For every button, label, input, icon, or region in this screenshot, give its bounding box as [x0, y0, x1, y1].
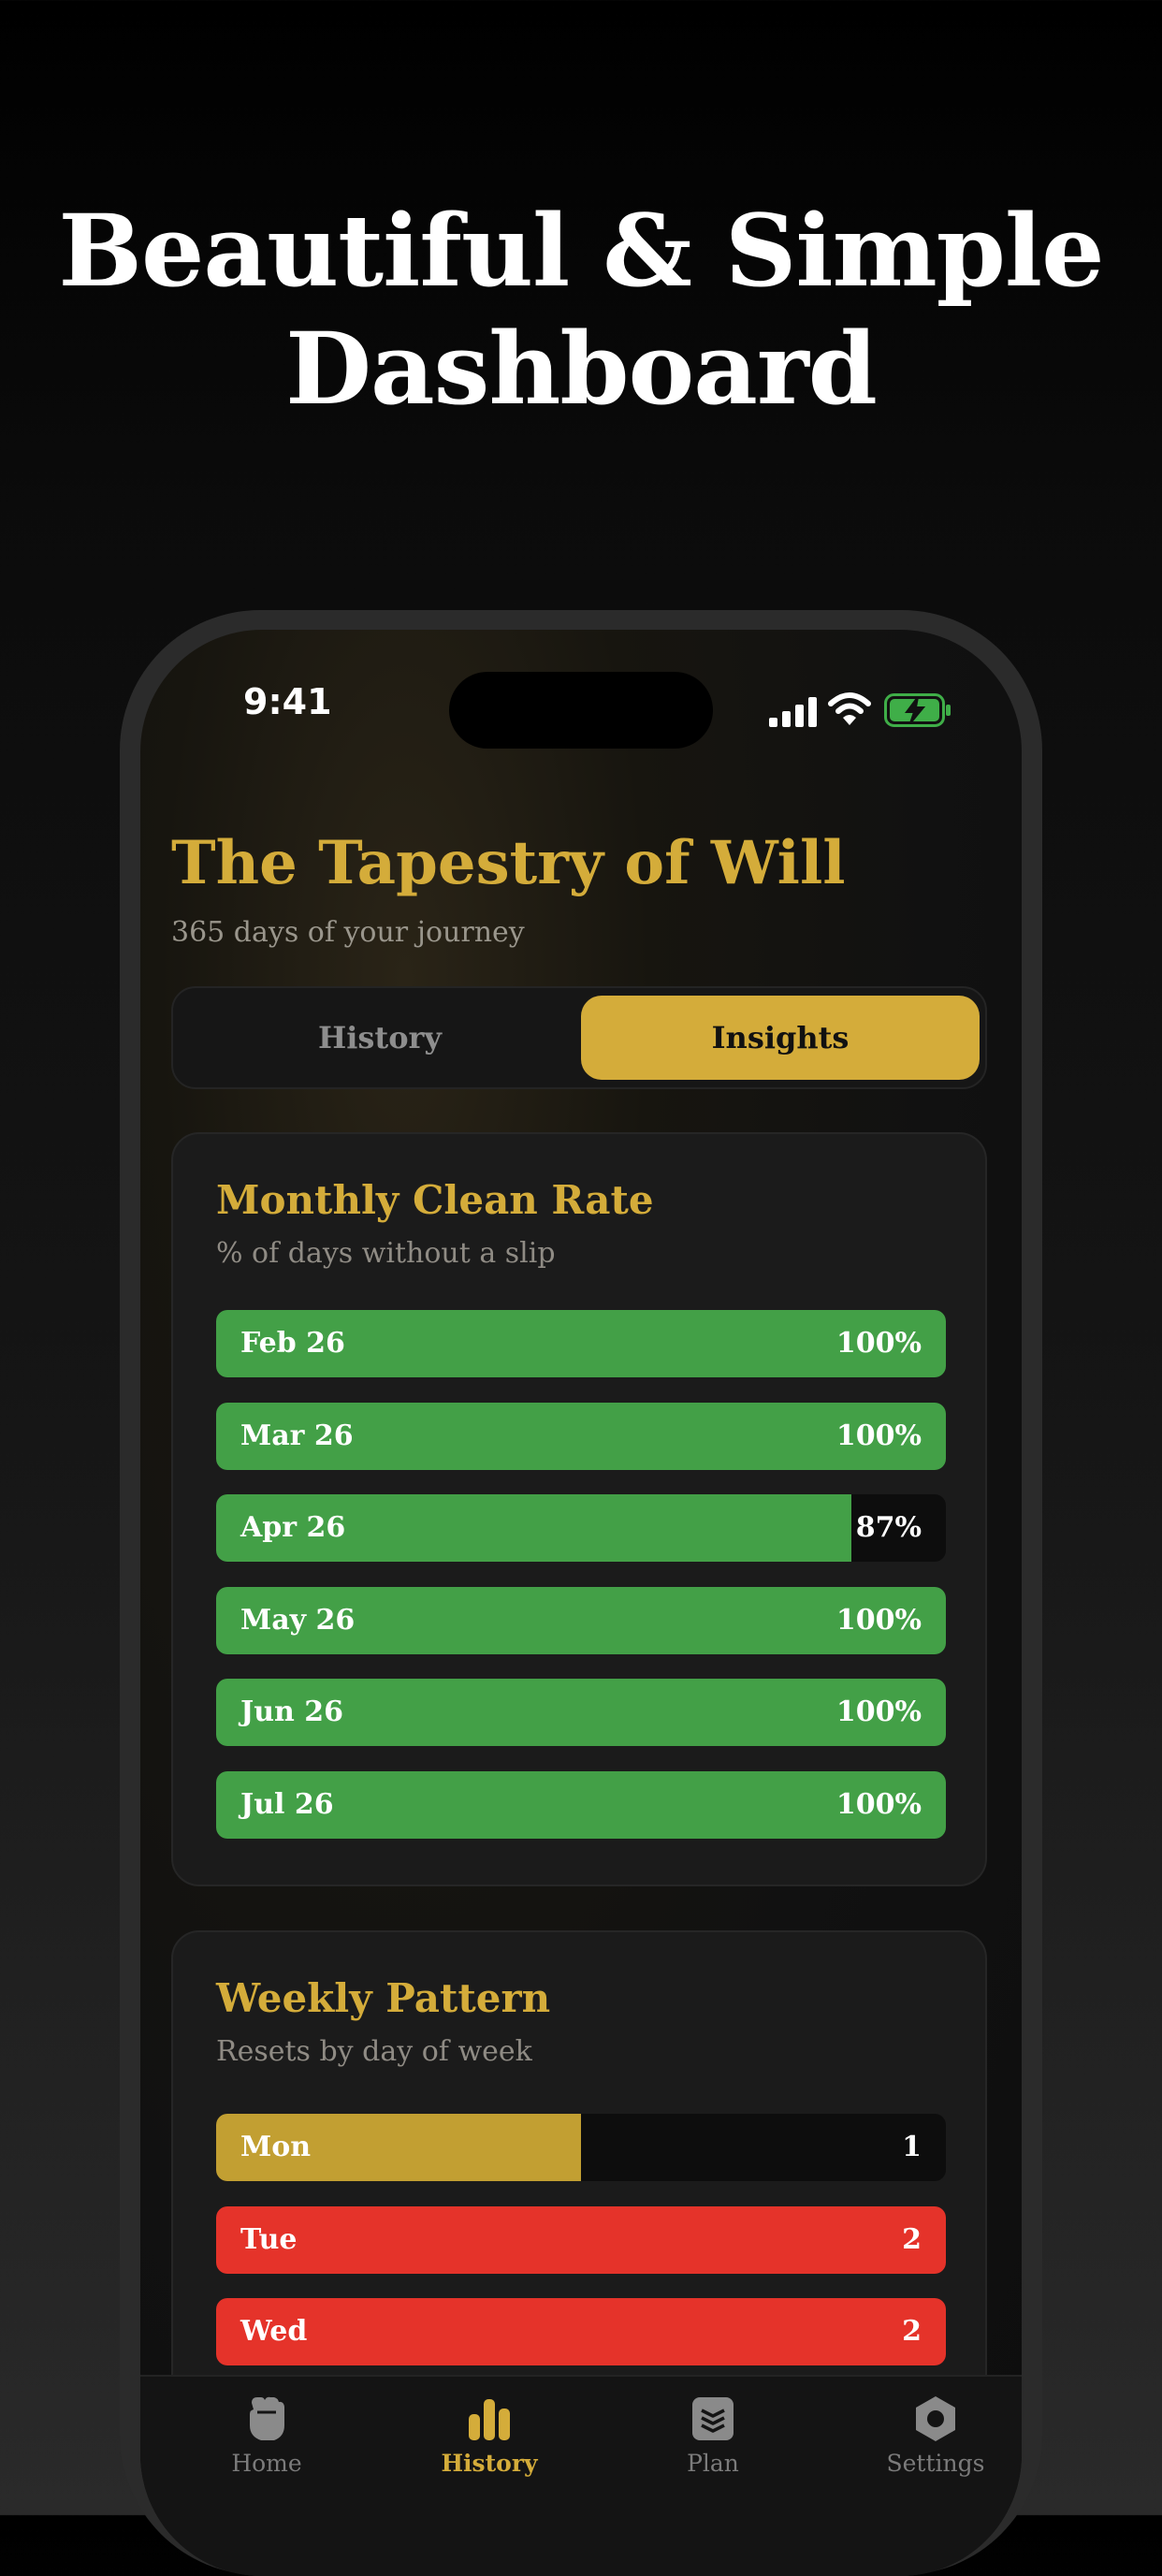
cellular-signal-icon	[769, 697, 817, 727]
status-bar: 9:41	[140, 630, 1022, 770]
headline-line-1: Beautiful & Simple	[58, 192, 1104, 309]
card-subtitle: % of days without a slip	[216, 1237, 556, 1270]
gear-icon	[916, 2396, 955, 2441]
tab-plan[interactable]: Plan	[638, 2394, 788, 2477]
row-label: Mon	[240, 2131, 312, 2163]
row-label: Mar 26	[240, 1419, 354, 1452]
stack-icon	[692, 2397, 734, 2440]
row-label: May 26	[240, 1604, 356, 1637]
tab-history-segment[interactable]: History	[181, 996, 579, 1080]
tab-insights-segment[interactable]: Insights	[581, 996, 980, 1080]
page-title: The Tapestry of Will	[171, 828, 846, 898]
clean-rate-row: Feb 26 100%	[216, 1310, 946, 1377]
clean-rate-row: Jun 26 100%	[216, 1679, 946, 1746]
row-label: Jul 26	[240, 1788, 334, 1821]
row-value: 1	[902, 2131, 922, 2163]
tab-label: Settings	[886, 2450, 985, 2477]
clean-rate-row: Jul 26 100%	[216, 1771, 946, 1839]
marketing-headline: Beautiful & Simple Dashboard	[0, 192, 1162, 428]
tab-label: Plan	[687, 2450, 739, 2477]
row-value: 2	[902, 2223, 922, 2256]
weekday-row: Mon 1	[216, 2114, 946, 2181]
row-value: 100%	[835, 1419, 922, 1452]
status-time: 9:41	[243, 681, 332, 722]
row-label: Tue	[240, 2223, 298, 2256]
row-value: 100%	[835, 1696, 922, 1728]
card-title: Monthly Clean Rate	[216, 1177, 654, 1223]
weekday-row: Wed 2	[216, 2298, 946, 2365]
tab-label: History	[441, 2450, 538, 2477]
bottom-tab-bar: Home History Plan Settings	[140, 2375, 1022, 2576]
clean-rate-row: Mar 26 100%	[216, 1403, 946, 1470]
segmented-control: History Insights	[171, 986, 987, 1089]
bar-chart-icon	[469, 2399, 510, 2440]
phone-screen: 9:41 The Tapestry of Will 365 days of yo…	[140, 630, 1022, 2576]
row-label: Feb 26	[240, 1327, 345, 1360]
row-label: Apr 26	[240, 1511, 346, 1544]
row-value: 87%	[855, 1511, 922, 1544]
weekday-fill	[216, 2298, 946, 2365]
clean-rate-row: May 26 100%	[216, 1587, 946, 1654]
tab-label: Home	[231, 2450, 302, 2477]
dynamic-island	[449, 672, 713, 749]
tab-home[interactable]: Home	[192, 2394, 341, 2477]
headline-line-2: Dashboard	[285, 310, 878, 427]
weekday-row: Tue 2	[216, 2206, 946, 2274]
wifi-icon	[828, 692, 871, 725]
row-label: Wed	[240, 2315, 308, 2348]
tab-settings[interactable]: Settings	[861, 2394, 1010, 2477]
row-value: 100%	[835, 1327, 922, 1360]
card-subtitle: Resets by day of week	[216, 2035, 532, 2068]
clean-rate-row: Apr 26 87%	[216, 1494, 946, 1562]
row-value: 100%	[835, 1604, 922, 1637]
fist-icon	[250, 2396, 284, 2440]
weekday-fill	[216, 2206, 946, 2274]
row-value: 100%	[835, 1788, 922, 1821]
page-subtitle: 365 days of your journey	[171, 916, 525, 949]
card-title: Weekly Pattern	[216, 1975, 551, 2021]
tab-history[interactable]: History	[414, 2394, 564, 2477]
row-label: Jun 26	[240, 1696, 344, 1728]
monthly-clean-rate-card: Monthly Clean Rate % of days without a s…	[171, 1132, 987, 1886]
battery-charging-icon	[884, 693, 951, 727]
row-value: 2	[902, 2315, 922, 2348]
